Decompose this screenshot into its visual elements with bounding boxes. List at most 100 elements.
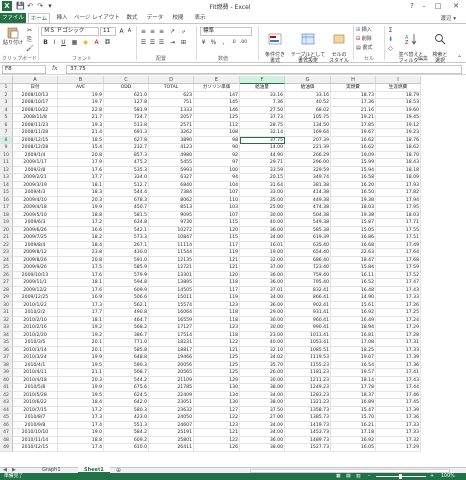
table-cell[interactable]: 17.94 xyxy=(376,196,421,204)
table-cell[interactable]: 17.26 xyxy=(376,301,421,309)
table-cell[interactable]: 430.0 xyxy=(104,249,149,257)
table-cell[interactable]: 21109 xyxy=(149,376,194,384)
row-header[interactable]: 23 xyxy=(0,249,13,257)
table-cell[interactable]: 107 xyxy=(194,189,240,197)
table-cell[interactable]: 34.00 xyxy=(240,391,285,399)
table-cell[interactable]: 32.14 xyxy=(240,129,285,137)
table-cell[interactable]: 18.73 xyxy=(331,91,376,99)
row-header[interactable]: 24 xyxy=(0,256,13,264)
redo-icon[interactable]: ↷ xyxy=(36,2,44,10)
table-cell[interactable]: 857.3 xyxy=(104,151,149,159)
table-cell[interactable]: 18.03 xyxy=(331,204,376,212)
row-header[interactable]: 4 xyxy=(0,106,13,114)
table-cell[interactable]: 16.48 xyxy=(331,286,376,294)
table-cell[interactable]: 508.7 xyxy=(104,369,149,377)
table-cell[interactable]: 35.70 xyxy=(240,361,285,369)
table-cell[interactable]: 13301 xyxy=(149,271,194,279)
help-icon[interactable]: ? xyxy=(406,1,418,11)
row-header[interactable]: 26 xyxy=(0,271,13,279)
table-cell[interactable]: 26411 xyxy=(149,444,194,452)
table-cell[interactable]: 17.55 xyxy=(376,226,421,234)
table-cell[interactable]: 19.45 xyxy=(376,114,421,122)
table-cell[interactable]: 1333 xyxy=(149,106,194,114)
table-cell[interactable]: 512.7 xyxy=(104,181,149,189)
row-header[interactable]: 42 xyxy=(0,391,13,399)
table-cell[interactable]: 585.8 xyxy=(104,346,149,354)
column-title-cell[interactable]: ガソリン単価 xyxy=(194,84,240,92)
copy-icon[interactable]: ⎘ xyxy=(26,36,33,43)
font-name-select[interactable]: ＭＳ Ｐゴシック xyxy=(41,27,99,36)
table-cell[interactable]: 17.95 xyxy=(376,204,421,212)
table-cell[interactable]: 23.00 xyxy=(240,331,285,339)
table-cell[interactable]: 648.8 xyxy=(104,354,149,362)
table-cell[interactable]: 26.00 xyxy=(240,369,285,377)
row-header[interactable]: 20 xyxy=(0,226,13,234)
table-cell[interactable]: 580.3 xyxy=(104,406,149,414)
table-cell[interactable]: 17.7 xyxy=(58,174,104,182)
table-cell[interactable]: 21.4 xyxy=(58,129,104,137)
table-cell[interactable]: 17.33 xyxy=(376,346,421,354)
table-cell[interactable]: 2010/10/10 xyxy=(13,429,58,437)
table-cell[interactable]: 544.2 xyxy=(104,376,149,384)
table-cell[interactable]: 17514 xyxy=(149,331,194,339)
table-cell[interactable]: 68.02 xyxy=(285,106,331,114)
collapse-ribbon-icon[interactable]: ⌃ xyxy=(456,55,463,62)
row-header[interactable]: 13 xyxy=(0,174,13,182)
table-cell[interactable]: 15.4 xyxy=(58,144,104,152)
table-cell[interactable]: 38.00 xyxy=(240,384,285,392)
table-cell[interactable]: 17.25 xyxy=(376,309,421,317)
table-cell[interactable]: 17.6 xyxy=(58,271,104,279)
table-cell[interactable]: 19.7 xyxy=(58,99,104,107)
table-cell[interactable]: 25.00 xyxy=(240,204,285,212)
table-cell[interactable]: 97 xyxy=(194,159,240,167)
table-cell[interactable]: 20.1 xyxy=(58,346,104,354)
table-cell[interactable]: 32.10 xyxy=(240,346,285,354)
table-cell[interactable]: 98 xyxy=(194,136,240,144)
table-cell[interactable]: 627.8 xyxy=(104,136,149,144)
table-cell[interactable]: 22409 xyxy=(149,391,194,399)
table-cell[interactable]: 17.51 xyxy=(376,234,421,242)
table-cell[interactable]: 1527.73 xyxy=(285,444,331,452)
table-cell[interactable]: 1385.73 xyxy=(285,414,331,422)
table-cell[interactable]: 16.9 xyxy=(58,294,104,302)
table-cell[interactable]: 1283.23 xyxy=(285,391,331,399)
table-cell[interactable]: 17.43 xyxy=(376,286,421,294)
table-cell[interactable]: 591.0 xyxy=(104,256,149,264)
table-cell[interactable]: 207.39 xyxy=(285,136,331,144)
table-cell[interactable]: 771.0 xyxy=(104,339,149,347)
row-header[interactable]: 29 xyxy=(0,294,13,302)
table-cell[interactable]: 902.41 xyxy=(285,301,331,309)
table-cell[interactable]: 2008/11/23 xyxy=(13,121,58,129)
table-cell[interactable]: 17.33 xyxy=(376,421,421,429)
table-cell[interactable]: 103 xyxy=(194,204,240,212)
table-cell[interactable]: 16064 xyxy=(149,309,194,317)
table-cell[interactable]: 866.41 xyxy=(285,294,331,302)
table-cell[interactable]: 562.1 xyxy=(104,301,149,309)
table-cell[interactable]: 33.16 xyxy=(240,91,285,99)
table-cell[interactable]: 17.52 xyxy=(376,271,421,279)
column-header[interactable]: I xyxy=(376,76,421,84)
tab-home[interactable]: ホーム xyxy=(28,13,50,23)
tab-view[interactable]: 表示 xyxy=(190,13,210,23)
table-cell[interactable]: 17.3 xyxy=(58,301,104,309)
table-cell[interactable]: 115 xyxy=(194,219,240,227)
table-cell[interactable]: 1211.23 xyxy=(285,376,331,384)
table-cell[interactable]: 125 xyxy=(194,361,240,369)
table-cell[interactable]: 24607 xyxy=(149,421,194,429)
table-cell[interactable]: 119 xyxy=(194,249,240,257)
table-cell[interactable]: 19.9 xyxy=(58,204,104,212)
delete-cells-button[interactable]: ⊟ 削除 xyxy=(356,36,372,42)
table-cell[interactable]: 1119.53 xyxy=(285,354,331,362)
table-cell[interactable]: 7384 xyxy=(149,189,194,197)
column-header[interactable]: F xyxy=(240,76,285,84)
table-cell[interactable]: 10272 xyxy=(149,226,194,234)
column-header[interactable]: G xyxy=(285,76,331,84)
table-cell[interactable]: 267.1 xyxy=(104,241,149,249)
increase-decimal-icon[interactable]: .0 xyxy=(230,39,237,46)
table-cell[interactable]: 19.5 xyxy=(58,361,104,369)
table-cell[interactable]: 19.07 xyxy=(331,354,376,362)
tab-file[interactable]: ファイル xyxy=(0,13,26,23)
table-cell[interactable]: 17.71 xyxy=(376,219,421,227)
table-cell[interactable]: 329.59 xyxy=(285,166,331,174)
table-cell[interactable]: 17.46 xyxy=(376,391,421,399)
